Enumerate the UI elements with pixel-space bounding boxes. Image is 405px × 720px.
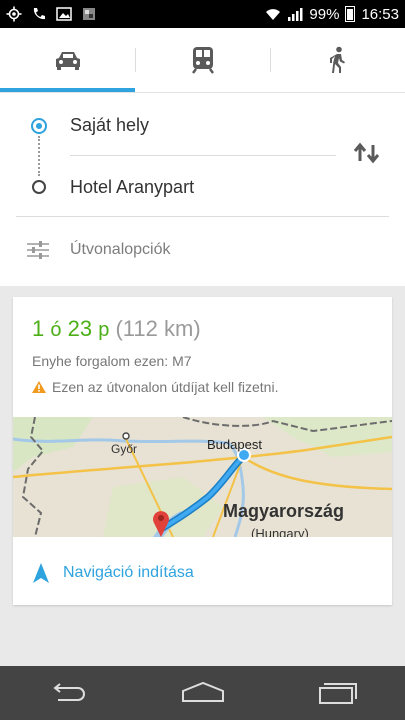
map-label-country: Magyarország <box>223 501 344 521</box>
route-result-card[interactable]: 1 ó 23 p (112 km) Enyhe forgalom ezen: M… <box>13 297 392 605</box>
tab-walk[interactable] <box>270 28 405 92</box>
map-label-country-en: (Hungary) <box>251 526 309 537</box>
toll-warning: Ezen az útvonalon útdíjat kell fizetni. <box>32 379 278 395</box>
status-bar: 99% 16:53 <box>0 0 405 28</box>
start-navigation-button[interactable]: Navigáció indítása <box>33 563 194 583</box>
train-icon <box>191 47 214 74</box>
location-icon <box>6 6 22 22</box>
origin-field[interactable]: Saját hely <box>70 115 149 136</box>
recent-apps-icon <box>318 683 357 704</box>
tab-car[interactable] <box>0 28 135 92</box>
back-icon <box>52 683 85 701</box>
divider <box>16 216 389 217</box>
wifi-icon <box>266 9 281 20</box>
map-destination-pin-dot <box>158 515 164 521</box>
recent-apps-button[interactable] <box>270 666 405 720</box>
back-button[interactable] <box>0 666 135 720</box>
travel-mode-tabs <box>0 28 405 92</box>
route-options-label[interactable]: Útvonalopciók <box>70 241 171 259</box>
status-time: 16:53 <box>361 5 399 23</box>
status-bar-right: 99% 16:53 <box>265 6 399 23</box>
car-icon <box>55 52 80 70</box>
map-city-marker <box>122 432 130 440</box>
current-location-icon <box>31 118 47 134</box>
route-distance: (112 km) <box>115 316 201 341</box>
destination-circle-icon <box>32 180 46 194</box>
signal-icon <box>288 8 303 21</box>
battery-icon <box>345 6 356 22</box>
status-bar-left <box>6 6 97 22</box>
destination-field[interactable]: Hotel Aranypart <box>70 177 194 198</box>
home-icon <box>181 681 224 702</box>
route-connector <box>38 136 40 176</box>
home-button[interactable] <box>135 666 270 720</box>
duration-hours-unit: ó <box>50 319 62 341</box>
walking-icon <box>329 46 345 73</box>
app-notification-icon <box>83 8 95 20</box>
battery-percent: 99% <box>309 5 340 23</box>
warning-icon <box>32 381 46 393</box>
toll-warning-text: Ezen az útvonalon útdíjat kell fizetni. <box>52 379 279 395</box>
tab-transit[interactable] <box>135 28 270 92</box>
route-duration: 1 ó 23 p (112 km) <box>32 316 201 342</box>
map-label-budapest: Budapest <box>207 437 262 452</box>
map-label-gyor: Győr <box>111 442 137 456</box>
divider <box>70 155 336 156</box>
duration-minutes: 23 <box>67 316 93 341</box>
swap-directions-icon[interactable] <box>352 141 382 165</box>
system-nav-bar <box>0 666 405 720</box>
route-map-preview[interactable]: Győr Budapest Magyarország (Hungary) <box>13 417 392 537</box>
route-options-icon[interactable] <box>27 240 49 260</box>
start-navigation-label: Navigáció indítása <box>63 564 194 581</box>
image-icon <box>56 7 72 21</box>
duration-minutes-unit: p <box>98 319 110 341</box>
phone-icon <box>33 8 45 20</box>
duration-hours: 1 <box>32 316 45 341</box>
navigation-arrow-icon <box>33 563 49 583</box>
route-panel: Saját hely Hotel Aranypart Útvonalopciók <box>0 92 405 286</box>
traffic-info: Enyhe forgalom ezen: M7 <box>32 353 192 369</box>
